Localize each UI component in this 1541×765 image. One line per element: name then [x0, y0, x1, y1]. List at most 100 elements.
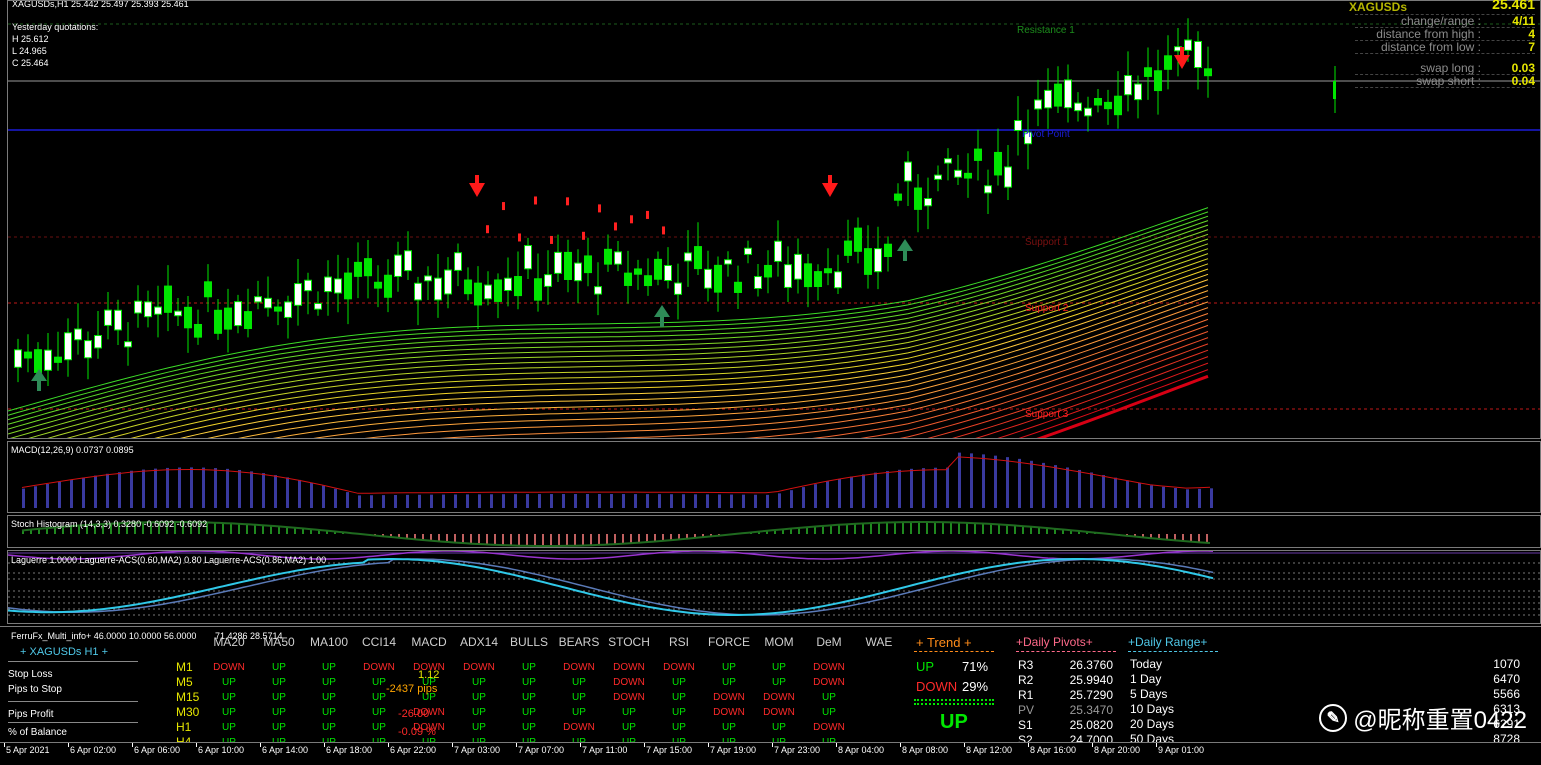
laguerre-pane[interactable]: Laguerre 1.0000 Laguerre-ACS(0.60,MA2) 0…: [7, 550, 1541, 624]
stoch-bar: [1182, 534, 1184, 541]
macd-bar: [970, 453, 973, 508]
indicator-header-cci14: CCI14: [361, 635, 396, 649]
stoch-bar: [246, 524, 248, 534]
time-tick-label: 6 Apr 14:00: [262, 745, 309, 755]
candle-body: [364, 258, 372, 277]
signal-marker: [582, 231, 585, 240]
candle-body: [1014, 120, 1022, 132]
candle-body: [104, 309, 112, 326]
pivot-row: R2 25.9940: [1018, 673, 1113, 687]
candle-body: [64, 332, 72, 361]
time-tick-label: 6 Apr 22:00: [390, 745, 437, 755]
time-tick: [4, 743, 5, 747]
candle-body: [1124, 75, 1132, 96]
macd-bar: [502, 494, 505, 508]
pivot-key: R1: [1018, 688, 1034, 702]
macd-bar: [334, 488, 337, 508]
time-tick-label: 8 Apr 12:00: [966, 745, 1013, 755]
candle-body: [684, 252, 692, 262]
candle-body: [24, 351, 32, 359]
time-tick-label: 5 Apr 2021: [6, 745, 50, 755]
macd-bar: [1066, 467, 1069, 508]
candle-body: [174, 310, 182, 317]
symbol-info-panel: XAGUSDs 25.461 change/range : 4/11 distanc…: [1349, 0, 1535, 88]
price-chart-pane[interactable]: XAGUSDs,H1 25.442 25.497 25.393 25.461 Y…: [7, 0, 1541, 439]
macd-bar: [1054, 465, 1057, 508]
info-row-value: 0.04: [1511, 74, 1535, 88]
macd-bar: [598, 494, 601, 508]
candle-body: [774, 240, 782, 262]
stoch-bar: [230, 523, 232, 534]
candle-body: [814, 271, 822, 288]
signal-cell: UP: [372, 707, 386, 718]
signal-cell: DOWN: [763, 707, 795, 718]
time-tick-label: 7 Apr 07:00: [518, 745, 565, 755]
macd-bar: [466, 494, 469, 508]
time-tick: [772, 743, 773, 747]
macd-bar: [310, 482, 313, 508]
divider: [1128, 651, 1218, 652]
candle-body: [1054, 83, 1062, 107]
price-chart-canvas[interactable]: [8, 1, 1541, 439]
pivot-row: R1 25.7290: [1018, 688, 1113, 702]
candle-body: [704, 268, 712, 289]
signal-cell: UP: [622, 707, 636, 718]
candle-body: [474, 282, 482, 306]
signal-cell: UP: [272, 677, 286, 688]
macd-bar: [286, 477, 289, 508]
time-tick-label: 7 Apr 03:00: [454, 745, 501, 755]
signal-cell: DOWN: [563, 722, 595, 733]
macd-bar: [34, 486, 37, 508]
candle-body: [644, 275, 652, 287]
range-row: 5 Days 5566: [1130, 687, 1520, 701]
timeframe-h1: H1: [176, 720, 192, 734]
signal-cell: DOWN: [613, 677, 645, 688]
stoch-pane[interactable]: Stoch Histogram (14,3,3) 0.3280 -0.6092 …: [7, 515, 1541, 548]
macd-bar: [226, 468, 229, 508]
stoch-bar: [958, 522, 960, 534]
macd-bar: [430, 494, 433, 508]
candle-body: [744, 247, 752, 255]
candle-body: [454, 252, 462, 271]
candle-body: [494, 279, 502, 302]
stoch-bar: [462, 534, 464, 544]
info-title: FerruFx_Multi_info+ 46.0000 10.0000 56.0…: [11, 631, 197, 641]
macd-bar: [550, 494, 553, 508]
candle-body: [84, 340, 92, 359]
multi-info-pane[interactable]: FerruFx_Multi_info+ 46.0000 10.0000 56.0…: [0, 626, 1541, 749]
candle-body: [864, 248, 872, 275]
buy-arrow-icon: [897, 239, 913, 261]
candle-body: [984, 185, 992, 194]
stoch-bar: [558, 534, 560, 546]
ma-ribbon-line: [975, 356, 1209, 438]
macd-bar: [670, 494, 673, 508]
stoch-bar: [926, 522, 928, 534]
divider: [914, 699, 994, 701]
time-tick-label: 8 Apr 16:00: [1030, 745, 1077, 755]
stoch-bar: [822, 526, 824, 534]
candle-body: [1114, 95, 1122, 116]
range-title: +Daily Range+: [1128, 635, 1208, 649]
resistance1-label: Resistance 1: [1017, 25, 1075, 36]
macd-bar: [394, 494, 397, 508]
signal-cell: UP: [322, 722, 336, 733]
candle-body: [144, 301, 152, 318]
pivot-point-label: Pivot Point: [1022, 129, 1070, 140]
macd-pane[interactable]: MACD(12,26,9) 0.0737 0.0895: [7, 441, 1541, 513]
signal-cell: DOWN: [713, 692, 745, 703]
candle-body: [384, 274, 392, 298]
macd-bar: [646, 494, 649, 508]
signal-cell: DOWN: [563, 662, 595, 673]
time-tick: [580, 743, 581, 747]
signal-cell: UP: [772, 722, 786, 733]
candle-body: [834, 271, 842, 289]
signal-cell: UP: [222, 692, 236, 703]
stoch-bar: [806, 527, 808, 534]
signal-cell: UP: [222, 707, 236, 718]
stoch-bar: [238, 523, 240, 534]
macd-bar: [754, 494, 757, 508]
macd-bar: [478, 494, 481, 508]
indicator-header-ma20: MA20: [213, 635, 245, 649]
candle-body: [784, 264, 792, 288]
candle-body: [244, 311, 252, 330]
